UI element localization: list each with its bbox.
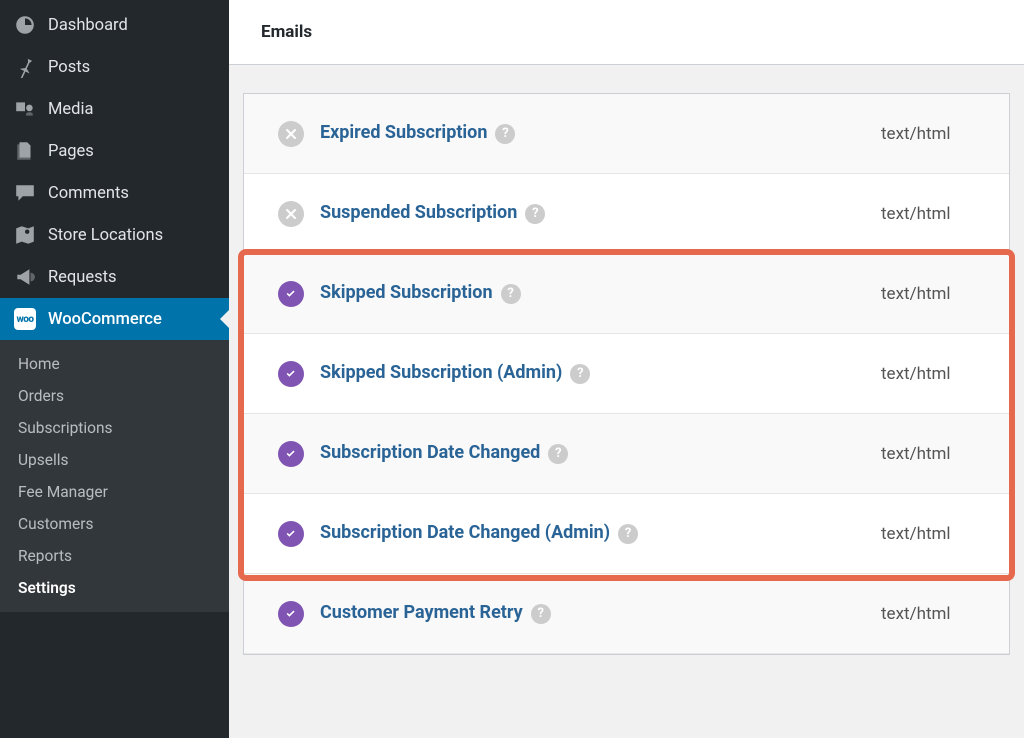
sidebar-item-label: Requests xyxy=(48,268,117,287)
email-content-type: text/html xyxy=(881,604,1001,624)
help-icon[interactable]: ? xyxy=(525,204,545,224)
email-name-cell: Customer Payment Retry? xyxy=(320,600,881,626)
pin-icon xyxy=(14,56,36,78)
email-name-cell: Suspended Subscription? xyxy=(320,200,881,226)
sidebar-item-requests[interactable]: Requests xyxy=(0,256,229,298)
sidebar-item-media[interactable]: Media xyxy=(0,88,229,130)
email-name-cell: Skipped Subscription? xyxy=(320,280,881,306)
sidebar-subitem-fee-manager[interactable]: Fee Manager xyxy=(0,476,229,508)
email-settings-table: Expired Subscription?text/htmlSuspended … xyxy=(243,93,1010,655)
help-icon[interactable]: ? xyxy=(548,444,568,464)
email-row: Skipped Subscription (Admin)?text/html xyxy=(244,334,1009,414)
email-row: Suspended Subscription?text/html xyxy=(244,174,1009,254)
email-name-cell: Subscription Date Changed? xyxy=(320,440,881,466)
sidebar-item-label: Pages xyxy=(48,142,94,161)
email-name-link[interactable]: Subscription Date Changed xyxy=(320,440,540,466)
email-content-type: text/html xyxy=(881,524,1001,544)
status-enabled-icon[interactable] xyxy=(278,441,304,467)
sidebar-item-posts[interactable]: Posts xyxy=(0,46,229,88)
email-status-cell xyxy=(262,521,320,547)
email-row: Expired Subscription?text/html xyxy=(244,94,1009,174)
sidebar-subitem-home[interactable]: Home xyxy=(0,348,229,380)
sidebar-subitem-orders[interactable]: Orders xyxy=(0,380,229,412)
help-icon[interactable]: ? xyxy=(618,524,638,544)
page-title: Emails xyxy=(229,0,1024,65)
sidebar-item-pages[interactable]: Pages xyxy=(0,130,229,172)
sidebar-subitem-reports[interactable]: Reports xyxy=(0,540,229,572)
status-disabled-icon[interactable] xyxy=(278,201,304,227)
sidebar-item-woocommerce[interactable]: woo WooCommerce xyxy=(0,298,229,340)
help-icon[interactable]: ? xyxy=(570,364,590,384)
main-content: Emails Expired Subscription?text/htmlSus… xyxy=(229,0,1024,738)
email-content-type: text/html xyxy=(881,364,1001,384)
email-status-cell xyxy=(262,361,320,387)
email-row: Subscription Date Changed?text/html xyxy=(244,414,1009,494)
email-status-cell xyxy=(262,281,320,307)
email-content-type: text/html xyxy=(881,444,1001,464)
email-name-cell: Expired Subscription? xyxy=(320,120,881,146)
email-name-link[interactable]: Suspended Subscription xyxy=(320,200,517,226)
sidebar-subitem-subscriptions[interactable]: Subscriptions xyxy=(0,412,229,444)
sidebar-item-comments[interactable]: Comments xyxy=(0,172,229,214)
status-enabled-icon[interactable] xyxy=(278,521,304,547)
email-status-cell xyxy=(262,601,320,627)
email-status-cell xyxy=(262,121,320,147)
email-row: Skipped Subscription?text/html xyxy=(244,254,1009,334)
woocommerce-icon: woo xyxy=(14,308,36,330)
megaphone-icon xyxy=(14,266,36,288)
email-name-cell: Subscription Date Changed (Admin)? xyxy=(320,520,881,546)
sidebar-submenu: Home Orders Subscriptions Upsells Fee Ma… xyxy=(0,340,229,612)
dashboard-icon xyxy=(14,14,36,36)
status-enabled-icon[interactable] xyxy=(278,361,304,387)
sidebar-item-label: Dashboard xyxy=(48,16,128,35)
email-name-link[interactable]: Expired Subscription xyxy=(320,120,487,146)
email-table-wrap: Expired Subscription?text/htmlSuspended … xyxy=(229,65,1024,669)
email-name-link[interactable]: Skipped Subscription xyxy=(320,280,493,306)
email-content-type: text/html xyxy=(881,124,1001,144)
map-icon xyxy=(14,224,36,246)
pages-icon xyxy=(14,140,36,162)
email-name-link[interactable]: Subscription Date Changed (Admin) xyxy=(320,520,610,546)
sidebar-item-dashboard[interactable]: Dashboard xyxy=(0,4,229,46)
sidebar-subitem-upsells[interactable]: Upsells xyxy=(0,444,229,476)
help-icon[interactable]: ? xyxy=(531,604,551,624)
help-icon[interactable]: ? xyxy=(495,124,515,144)
sidebar-subitem-settings[interactable]: Settings xyxy=(0,572,229,604)
sidebar-item-label: Posts xyxy=(48,58,90,77)
email-content-type: text/html xyxy=(881,284,1001,304)
email-content-type: text/html xyxy=(881,204,1001,224)
sidebar-item-store-locations[interactable]: Store Locations xyxy=(0,214,229,256)
sidebar-item-label: Comments xyxy=(48,184,129,203)
email-name-link[interactable]: Skipped Subscription (Admin) xyxy=(320,360,562,386)
comment-icon xyxy=(14,182,36,204)
sidebar-item-label: Media xyxy=(48,100,93,119)
media-icon xyxy=(14,98,36,120)
sidebar-subitem-customers[interactable]: Customers xyxy=(0,508,229,540)
email-name-cell: Skipped Subscription (Admin)? xyxy=(320,360,881,386)
email-row: Subscription Date Changed (Admin)?text/h… xyxy=(244,494,1009,574)
admin-sidebar: Dashboard Posts Media Pages Comments Sto… xyxy=(0,0,229,738)
email-status-cell xyxy=(262,441,320,467)
email-name-link[interactable]: Customer Payment Retry xyxy=(320,600,523,626)
status-disabled-icon[interactable] xyxy=(278,121,304,147)
sidebar-item-label: Store Locations xyxy=(48,226,163,245)
status-enabled-icon[interactable] xyxy=(278,601,304,627)
status-enabled-icon[interactable] xyxy=(278,281,304,307)
email-row: Customer Payment Retry?text/html xyxy=(244,574,1009,654)
email-status-cell xyxy=(262,201,320,227)
sidebar-item-label: WooCommerce xyxy=(48,310,162,329)
help-icon[interactable]: ? xyxy=(501,284,521,304)
